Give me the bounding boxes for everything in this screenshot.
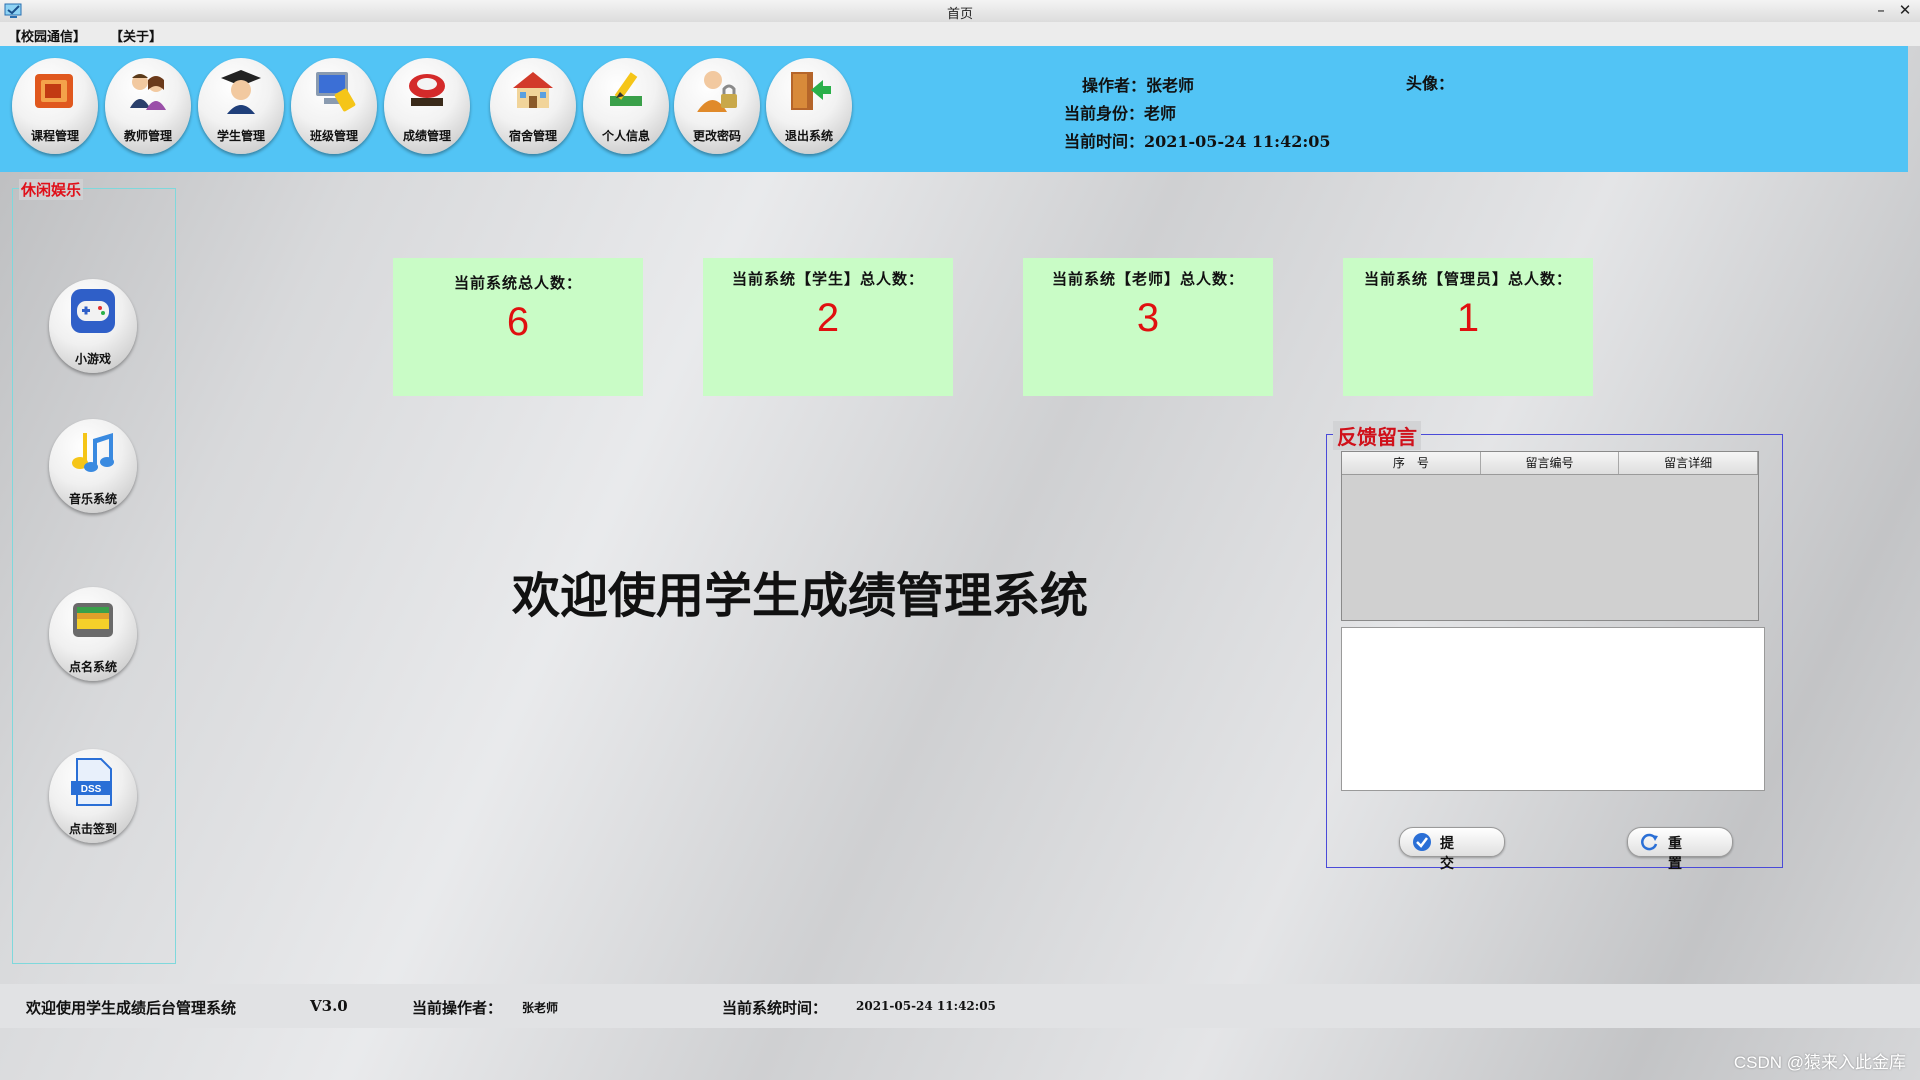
stat-card-teachers: 当前系统【老师】总人数： 3 bbox=[1023, 258, 1273, 396]
close-button[interactable]: ✕ bbox=[1894, 0, 1916, 22]
current-time-text: 当前时间：2021-05-24 11:42:05 bbox=[1064, 132, 1331, 151]
dorm-management-button[interactable]: 宿舍管理 bbox=[490, 58, 576, 154]
identity-text: 当前身份：老师 bbox=[1064, 104, 1177, 123]
status-time-label: 当前系统时间： bbox=[722, 999, 828, 1017]
teacher-management-button[interactable]: 教师管理 bbox=[105, 58, 191, 154]
feedback-message-input[interactable] bbox=[1341, 627, 1765, 791]
checkmark-icon bbox=[1413, 833, 1431, 851]
status-operator-value: 张老师 bbox=[522, 1001, 559, 1015]
stat-value: 1 bbox=[1456, 296, 1480, 340]
user-lock-icon bbox=[697, 71, 737, 112]
feedback-panel: 反馈留言 序 号 留言编号 留言详细 提 交 重 置 bbox=[1326, 421, 1783, 872]
dss-file-icon: DSS bbox=[71, 758, 112, 806]
gamepad-icon bbox=[71, 289, 115, 333]
operator-text: 操作者：张老师 bbox=[1082, 76, 1195, 95]
column-header-message-id[interactable]: 留言编号 bbox=[1481, 452, 1620, 474]
column-header-message-detail[interactable]: 留言详细 bbox=[1619, 452, 1759, 474]
feedback-table[interactable]: 序 号 留言编号 留言详细 bbox=[1341, 451, 1759, 621]
table-header-row: 序 号 留言编号 留言详细 bbox=[1342, 452, 1759, 475]
status-welcome-text: 欢迎使用学生成绩后台管理系统 bbox=[26, 999, 237, 1017]
music-system-button[interactable]: 音乐系统 bbox=[49, 419, 137, 513]
teachers-icon bbox=[130, 74, 166, 110]
mini-game-button[interactable]: 小游戏 bbox=[49, 279, 137, 373]
folders-icon bbox=[35, 74, 73, 108]
grade-management-button[interactable]: 成绩管理 bbox=[384, 58, 470, 154]
menu-bar: 【校园通信】 【关于】 bbox=[0, 22, 1920, 46]
music-note-icon bbox=[72, 433, 114, 472]
side-button-label: 音乐系统 bbox=[68, 492, 117, 506]
window-title: 首页 bbox=[946, 7, 973, 22]
minimize-button[interactable]: – bbox=[1870, 0, 1892, 22]
edit-icon bbox=[610, 72, 642, 106]
status-version: V3.0 bbox=[310, 997, 348, 1015]
menu-campus-communication[interactable]: 【校园通信】 bbox=[8, 26, 86, 45]
tool-label: 教师管理 bbox=[123, 129, 172, 143]
stat-caption: 当前系统【管理员】总人数： bbox=[1363, 270, 1572, 288]
stat-card-students: 当前系统【学生】总人数： 2 bbox=[703, 258, 953, 396]
student-management-button[interactable]: 学生管理 bbox=[198, 58, 284, 154]
submit-button[interactable]: 提 交 bbox=[1399, 827, 1505, 872]
column-header-index[interactable]: 序 号 bbox=[1342, 452, 1481, 474]
tool-label: 退出系统 bbox=[784, 129, 833, 143]
wallet-icon bbox=[73, 603, 113, 637]
stat-value: 6 bbox=[506, 300, 530, 344]
personal-info-button[interactable]: 个人信息 bbox=[583, 58, 669, 154]
reset-button-label: 重 置 bbox=[1668, 836, 1696, 872]
computer-icon bbox=[316, 72, 356, 112]
window-titlebar: 首页 – ✕ bbox=[0, 0, 1920, 23]
side-button-label: 小游戏 bbox=[74, 352, 111, 366]
avatar-label: 头像： bbox=[1406, 74, 1455, 93]
change-password-button[interactable]: 更改密码 bbox=[674, 58, 760, 154]
stat-caption: 当前系统总人数： bbox=[453, 274, 582, 292]
status-operator-label: 当前操作者： bbox=[412, 999, 503, 1017]
tool-label: 课程管理 bbox=[30, 129, 79, 143]
tool-label: 班级管理 bbox=[309, 129, 358, 143]
house-icon bbox=[513, 72, 553, 108]
exit-system-button[interactable]: 退出系统 bbox=[766, 58, 852, 154]
tool-label: 成绩管理 bbox=[402, 129, 451, 143]
header-toolbar: 课程管理 教师管理 学生管理 班级管理 成绩管理 宿舍管理 个人信息 更改密码 … bbox=[0, 46, 1908, 172]
graduate-icon bbox=[221, 70, 261, 114]
welcome-heading: 欢迎使用学生成绩管理系统 bbox=[511, 568, 1088, 624]
refresh-icon bbox=[1641, 833, 1658, 851]
status-bar: 欢迎使用学生成绩后台管理系统 V3.0 当前操作者： 张老师 当前系统时间： 2… bbox=[0, 984, 1920, 1028]
tool-label: 更改密码 bbox=[692, 129, 741, 143]
tool-label: 宿舍管理 bbox=[508, 129, 557, 143]
leisure-panel-title: 休闲娱乐 bbox=[19, 179, 84, 200]
gradebook-icon bbox=[409, 74, 445, 106]
watermark-text: CSDN @猿来入此金库 bbox=[1733, 1053, 1906, 1072]
stat-caption: 当前系统【老师】总人数： bbox=[1051, 270, 1244, 288]
reset-button[interactable]: 重 置 bbox=[1627, 827, 1733, 872]
menu-about[interactable]: 【关于】 bbox=[110, 26, 162, 45]
click-checkin-button[interactable]: DSS 点击签到 bbox=[49, 749, 137, 843]
stat-card-admins: 当前系统【管理员】总人数： 1 bbox=[1343, 258, 1593, 396]
leisure-panel: 休闲娱乐 小游戏 音乐系统 点名系统 DSS 点击签到 bbox=[12, 179, 176, 964]
status-time-value: 2021-05-24 11:42:05 bbox=[856, 999, 996, 1013]
exit-door-icon bbox=[791, 72, 831, 110]
tool-label: 个人信息 bbox=[601, 129, 650, 143]
tool-label: 学生管理 bbox=[216, 129, 265, 143]
feedback-panel-title: 反馈留言 bbox=[1333, 421, 1421, 450]
submit-button-label: 提 交 bbox=[1440, 836, 1468, 872]
stat-value: 2 bbox=[816, 296, 840, 340]
side-button-label: 点击签到 bbox=[68, 822, 117, 836]
roll-call-button[interactable]: 点名系统 bbox=[49, 587, 137, 681]
side-button-label: 点名系统 bbox=[68, 660, 117, 674]
course-management-button[interactable]: 课程管理 bbox=[12, 58, 98, 154]
stat-card-total: 当前系统总人数： 6 bbox=[393, 258, 643, 396]
svg-text:DSS: DSS bbox=[81, 784, 102, 795]
class-management-button[interactable]: 班级管理 bbox=[291, 58, 377, 154]
stat-caption: 当前系统【学生】总人数： bbox=[731, 270, 924, 288]
stat-value: 3 bbox=[1136, 296, 1160, 340]
